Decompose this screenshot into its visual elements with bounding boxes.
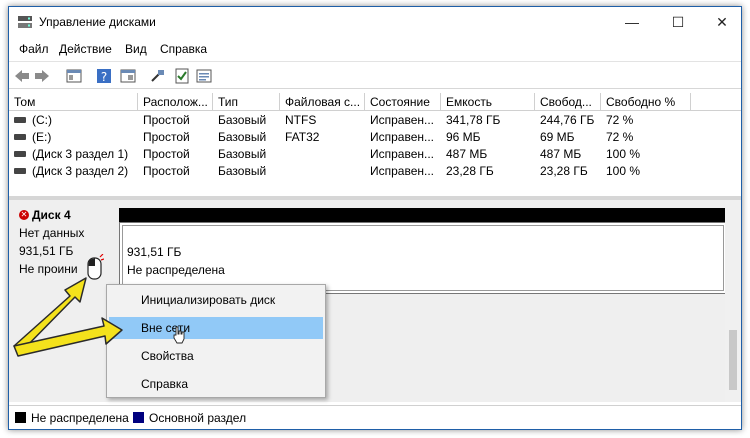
volume-type: Базовый	[218, 147, 267, 161]
volume-free-percent: 72 %	[606, 113, 634, 127]
volume-filesystem: FAT32	[285, 130, 320, 144]
volume-status: Исправен...	[370, 130, 435, 144]
volume-layout: Простой	[143, 164, 190, 178]
legend-primary-label: Основной раздел	[149, 411, 247, 425]
volume-free-percent: 100 %	[606, 164, 641, 178]
menu-action[interactable]: Действие	[59, 42, 112, 56]
menu-item-initialize-disk[interactable]: Инициализировать диск	[109, 289, 323, 311]
menu-help[interactable]: Справка	[160, 42, 207, 56]
volume-name: (E:)	[32, 130, 52, 144]
volume-icon	[14, 133, 26, 140]
volume-name: (Диск 3 раздел 1)	[32, 147, 129, 161]
volume-free-percent: 100 %	[606, 147, 641, 161]
legend-primary-swatch	[133, 412, 144, 423]
partition-status: Не распределена	[127, 263, 225, 277]
mouse-click-icon	[87, 254, 104, 280]
minimize-button[interactable]: —	[609, 7, 655, 37]
menu-item-help[interactable]: Справка	[109, 373, 323, 395]
close-button[interactable]: ✕	[699, 7, 741, 37]
volume-layout: Простой	[143, 113, 190, 127]
menu-view[interactable]: Вид	[125, 42, 147, 56]
volume-type: Базовый	[218, 164, 267, 178]
column-header-status[interactable]: Состояние	[365, 93, 441, 111]
table-row[interactable]: (C:) Простой Базовый NTFS Исправен... 34…	[9, 112, 741, 129]
volume-icon	[14, 167, 26, 174]
volume-free: 23,28 ГБ	[540, 164, 588, 178]
volume-layout: Простой	[143, 147, 190, 161]
volume-free-percent: 72 %	[606, 130, 634, 144]
column-header-volume[interactable]: Том	[9, 93, 138, 111]
context-menu: Инициализировать диск Вне сети Свойства …	[106, 284, 326, 398]
window-title: Управление дисками	[39, 15, 156, 29]
volume-name: (Диск 3 раздел 2)	[32, 164, 129, 178]
volume-status: Исправен...	[370, 164, 435, 178]
column-header-filesystem[interactable]: Файловая с...	[280, 93, 365, 111]
column-header-layout[interactable]: Располож...	[138, 93, 213, 111]
column-header-free-percent[interactable]: Свободно %	[601, 93, 691, 111]
scrollbar-thumb[interactable]	[729, 330, 737, 390]
check-icon[interactable]	[173, 67, 191, 85]
disk-management-icon	[18, 16, 32, 28]
volume-capacity: 96 МБ	[446, 130, 481, 144]
table-row[interactable]: (Диск 3 раздел 1) Простой Базовый Исправ…	[9, 146, 741, 163]
volume-type: Базовый	[218, 130, 267, 144]
menu-file[interactable]: Файл	[19, 42, 49, 56]
volume-type: Базовый	[218, 113, 267, 127]
volume-list-header: Том Располож... Тип Файловая с... Состоя…	[9, 93, 741, 111]
toolbar: ?	[9, 61, 741, 89]
volume-filesystem: NTFS	[285, 113, 317, 127]
disk-4-label[interactable]: ✕ Диск 4 Нет данных 931,51 ГБ Не проини	[9, 206, 113, 296]
offline-error-icon: ✕	[19, 209, 29, 220]
title-bar: Управление дисками — ☐ ✕	[9, 7, 741, 37]
volume-layout: Простой	[143, 130, 190, 144]
legend-unallocated-label: Не распределена	[31, 411, 129, 425]
volume-filesystem	[280, 163, 365, 180]
volume-status: Исправен...	[370, 147, 435, 161]
menu-bar: Файл Действие Вид Справка	[9, 39, 741, 59]
help-icon[interactable]: ?	[95, 67, 113, 85]
disk-state: Нет данных	[19, 226, 85, 240]
partition-size: 931,51 ГБ	[127, 245, 182, 259]
properties-icon[interactable]	[119, 67, 137, 85]
column-header-free[interactable]: Свобод...	[535, 93, 601, 111]
legend-unallocated-swatch	[15, 412, 26, 423]
volume-free: 69 МБ	[540, 130, 575, 144]
menu-item-properties[interactable]: Свойства	[109, 345, 323, 367]
volume-name: (C:)	[32, 113, 52, 127]
disk-name: Диск 4	[32, 208, 71, 222]
list-icon[interactable]	[195, 67, 213, 85]
volume-icon	[14, 150, 26, 157]
volume-icon	[14, 116, 26, 123]
forward-icon[interactable]	[33, 67, 51, 85]
maximize-button[interactable]: ☐	[655, 7, 701, 37]
volume-capacity: 341,78 ГБ	[446, 113, 501, 127]
svg-text:?: ?	[101, 70, 107, 84]
unallocated-bar	[119, 208, 727, 222]
legend-bar: Не распределена Основной раздел	[9, 405, 741, 429]
column-header-capacity[interactable]: Емкость	[441, 93, 535, 111]
table-row[interactable]: (E:) Простой Базовый FAT32 Исправен... 9…	[9, 129, 741, 146]
back-icon[interactable]	[13, 67, 31, 85]
volume-status: Исправен...	[370, 113, 435, 127]
console-tree-icon[interactable]	[65, 67, 83, 85]
volume-capacity: 487 МБ	[446, 147, 488, 161]
volume-free: 244,76 ГБ	[540, 113, 595, 127]
connect-icon[interactable]	[149, 67, 167, 85]
menu-item-offline[interactable]: Вне сети	[109, 317, 323, 339]
column-header-type[interactable]: Тип	[213, 93, 280, 111]
volume-filesystem	[280, 146, 365, 163]
vertical-scrollbar[interactable]	[725, 200, 741, 402]
volume-capacity: 23,28 ГБ	[446, 164, 494, 178]
table-row[interactable]: (Диск 3 раздел 2) Простой Базовый Исправ…	[9, 163, 741, 180]
volume-free: 487 МБ	[540, 147, 582, 161]
hand-cursor-icon	[173, 326, 185, 344]
